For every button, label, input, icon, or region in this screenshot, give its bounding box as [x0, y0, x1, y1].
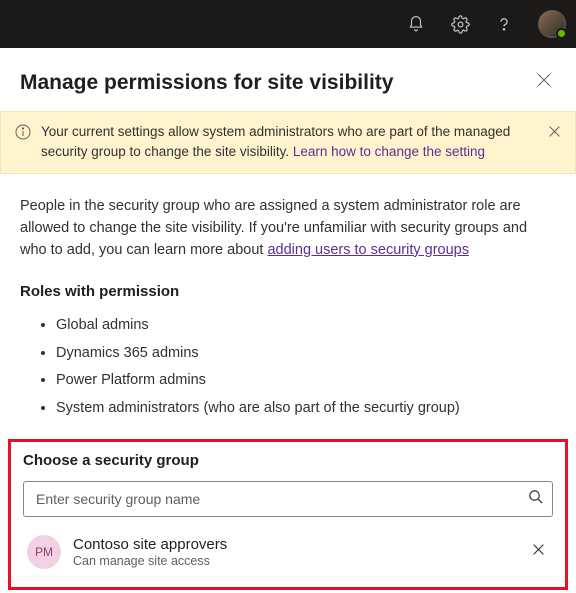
- remove-group-button[interactable]: [528, 539, 549, 565]
- security-group-section: Choose a security group PM Contoso site …: [8, 439, 568, 590]
- user-avatar[interactable]: [538, 10, 566, 38]
- role-item: Dynamics 365 admins: [56, 340, 556, 368]
- info-banner: Your current settings allow system admin…: [0, 111, 576, 174]
- selected-group-row: PM Contoso site approvers Can manage sit…: [23, 531, 553, 573]
- permissions-panel: Manage permissions for site visibility Y…: [0, 48, 576, 590]
- group-avatar: PM: [27, 535, 61, 569]
- panel-title: Manage permissions for site visibility: [20, 71, 393, 95]
- group-search: [23, 481, 553, 517]
- close-panel-button[interactable]: [532, 68, 556, 97]
- info-icon: [15, 124, 31, 146]
- help-icon[interactable]: [494, 14, 514, 34]
- panel-header: Manage permissions for site visibility: [20, 68, 556, 97]
- role-item: System administrators (who are also part…: [56, 395, 556, 423]
- roles-list: Global admins Dynamics 365 admins Power …: [20, 312, 556, 422]
- banner-learn-link[interactable]: Learn how to change the setting: [293, 144, 485, 159]
- role-item: Global admins: [56, 312, 556, 340]
- banner-message: Your current settings allow system admin…: [41, 122, 538, 161]
- intro-paragraph: People in the security group who are ass…: [20, 196, 556, 261]
- group-picker-heading: Choose a security group: [23, 452, 553, 469]
- presence-available-icon: [556, 28, 567, 39]
- intro-link[interactable]: adding users to security groups: [267, 242, 469, 258]
- dismiss-banner-button[interactable]: [548, 124, 561, 144]
- roles-heading: Roles with permission: [20, 283, 556, 300]
- group-text: Contoso site approvers Can manage site a…: [73, 535, 516, 569]
- notifications-icon[interactable]: [406, 14, 426, 34]
- settings-icon[interactable]: [450, 14, 470, 34]
- app-header: [0, 0, 576, 48]
- group-search-input[interactable]: [23, 481, 553, 517]
- group-subtitle: Can manage site access: [73, 554, 516, 568]
- group-name: Contoso site approvers: [73, 535, 516, 555]
- search-icon[interactable]: [528, 489, 543, 509]
- role-item: Power Platform admins: [56, 367, 556, 395]
